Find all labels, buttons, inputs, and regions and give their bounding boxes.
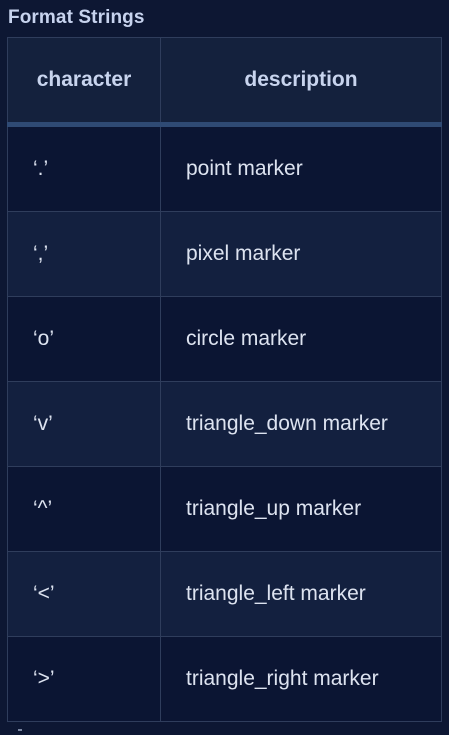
table-row: ‘^’ triangle_up marker	[7, 466, 442, 552]
format-strings-table: character description ‘.’ point marker ‘…	[7, 37, 442, 722]
cell-character: ‘.’	[7, 124, 161, 212]
column-header-description: description	[160, 37, 442, 127]
table-row: ‘v’ triangle_down marker	[7, 381, 442, 467]
page: Format Strings character description ‘.’…	[0, 0, 449, 735]
cell-description: pixel marker	[160, 211, 442, 297]
cell-description: circle marker	[160, 296, 442, 382]
table-row: ‘o’ circle marker	[7, 296, 442, 382]
cell-character: ‘^’	[7, 466, 161, 552]
clipped-text-fragment	[18, 729, 22, 731]
table-caption: Format Strings	[8, 7, 145, 28]
table-row: ‘>’ triangle_right marker	[7, 636, 442, 722]
cell-character: ‘<’	[7, 551, 161, 637]
table-header-row: character description	[7, 37, 442, 127]
column-header-character: character	[7, 37, 161, 127]
table-row: ‘<’ triangle_left marker	[7, 551, 442, 637]
cell-description: triangle_left marker	[160, 551, 442, 637]
table-row: ‘.’ point marker	[7, 124, 442, 212]
cell-description: triangle_down marker	[160, 381, 442, 467]
cell-description: triangle_up marker	[160, 466, 442, 552]
cell-character: ‘>’	[7, 636, 161, 722]
cell-character: ‘o’	[7, 296, 161, 382]
cell-character: ‘v’	[7, 381, 161, 467]
cell-description: point marker	[160, 124, 442, 212]
cell-character: ‘,’	[7, 211, 161, 297]
table-row: ‘,’ pixel marker	[7, 211, 442, 297]
cell-description: triangle_right marker	[160, 636, 442, 722]
